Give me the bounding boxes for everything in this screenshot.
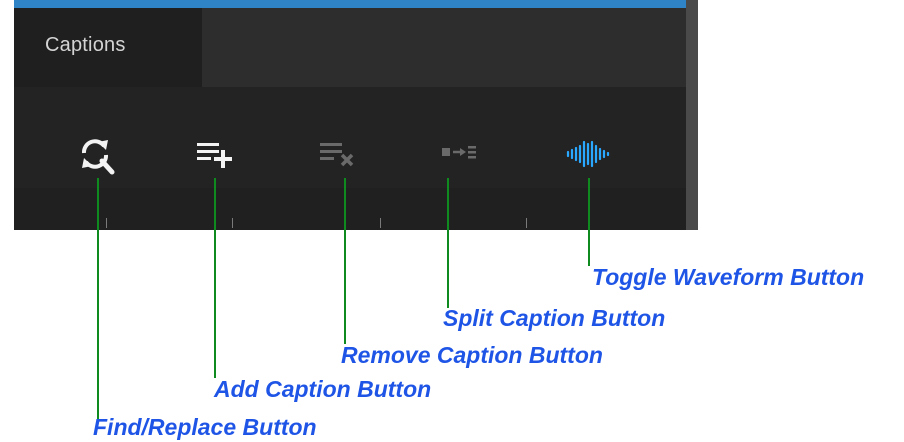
captions-panel: Captions (14, 0, 698, 230)
find-replace-leader-line (97, 178, 99, 422)
remove-caption-leader-line (344, 178, 346, 344)
panel-top-accent (14, 0, 686, 8)
toolbar-tick (106, 218, 107, 228)
split-caption-annotation: Split Caption Button (443, 305, 666, 331)
toolbar-tick (232, 218, 233, 228)
find-replace-button[interactable] (70, 130, 124, 178)
toolbar-tick (526, 218, 527, 228)
toolbar-tick (380, 218, 381, 228)
add-caption-annotation: Add Caption Button (214, 376, 432, 402)
split-caption-icon (442, 146, 476, 159)
split-caption-button[interactable] (436, 130, 490, 178)
tab-captions-label: Captions (45, 34, 126, 56)
toggle-waveform-annotation: Toggle Waveform Button (592, 264, 865, 290)
add-caption-button[interactable] (190, 130, 244, 178)
remove-caption-button[interactable] (314, 130, 368, 178)
toolbar-bottom-strip (14, 188, 686, 230)
panel-right-edge (686, 0, 698, 230)
find-replace-annotation: Find/Replace Button (93, 414, 317, 440)
split-caption-leader-line (447, 178, 449, 308)
waveform-icon (566, 140, 610, 168)
remove-caption-icon (320, 143, 354, 167)
tab-captions[interactable]: Captions (14, 8, 202, 87)
remove-caption-annotation: Remove Caption Button (341, 342, 603, 368)
toggle-waveform-leader-line (588, 178, 590, 266)
toggle-waveform-button[interactable] (562, 130, 616, 178)
stage: Captions Toggle Waveform Button Split Ca… (0, 0, 904, 442)
find-replace-icon (82, 139, 115, 175)
add-caption-icon (197, 143, 232, 168)
add-caption-leader-line (214, 178, 216, 378)
